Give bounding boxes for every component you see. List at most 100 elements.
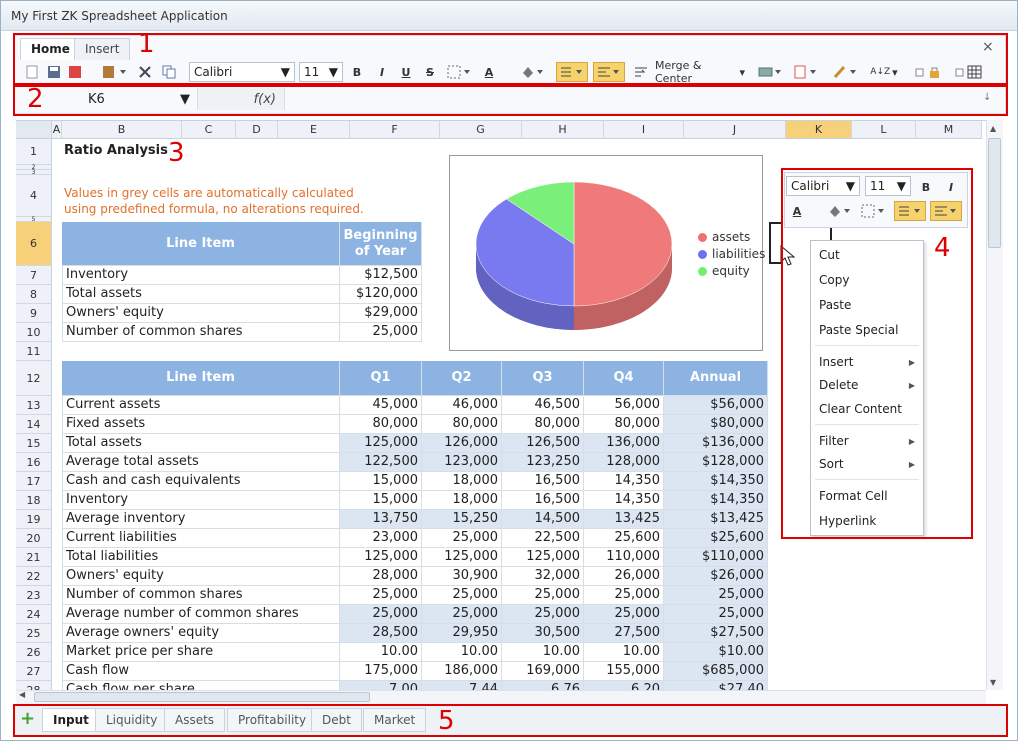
formula-input[interactable]: [286, 88, 976, 110]
row-header[interactable]: 23: [16, 586, 52, 605]
mini-horizontal-align-icon[interactable]: [930, 201, 962, 221]
table-cell[interactable]: $136,000: [664, 434, 768, 453]
table-cell[interactable]: $25,600: [664, 529, 768, 548]
table-cell[interactable]: $120,000: [340, 285, 422, 304]
table-cell[interactable]: 125,000: [340, 548, 422, 567]
table-cell[interactable]: Average total assets: [62, 453, 340, 472]
mini-fill-color-icon[interactable]: [826, 202, 854, 220]
table-cell[interactable]: 25,000: [584, 605, 664, 624]
table-cell[interactable]: 28,500: [340, 624, 422, 643]
row-header[interactable]: 8: [16, 285, 52, 304]
column-header[interactable]: M: [916, 121, 982, 139]
sheet-tab-assets[interactable]: Assets: [164, 708, 226, 732]
insert-row-icon[interactable]: [757, 63, 785, 81]
mini-italic-button[interactable]: I: [943, 178, 959, 196]
table-cell[interactable]: $10.00: [664, 643, 768, 662]
sort-filter-button[interactable]: A↓Z ▾: [866, 63, 902, 81]
table-cell[interactable]: 28,000: [340, 567, 422, 586]
table-cell[interactable]: $13,425: [664, 510, 768, 529]
table-cell[interactable]: 186,000: [422, 662, 502, 681]
table-cell[interactable]: 136,000: [584, 434, 664, 453]
table-cell[interactable]: Total assets: [62, 434, 340, 453]
table-cell[interactable]: 128,000: [584, 453, 664, 472]
protect-sheet-icon[interactable]: [914, 63, 944, 81]
table-cell[interactable]: 25,000: [340, 323, 422, 342]
row-header[interactable]: 21: [16, 548, 52, 567]
table-cell[interactable]: Number of common shares: [62, 323, 340, 342]
table-cell[interactable]: 56,000: [584, 396, 664, 415]
mini-vertical-align-icon[interactable]: [894, 201, 926, 221]
table-cell[interactable]: $12,500: [340, 266, 422, 285]
sheet-tab-market[interactable]: Market: [363, 708, 427, 732]
row-header[interactable]: 1: [16, 139, 52, 165]
table-cell[interactable]: 46,000: [422, 396, 502, 415]
italic-button[interactable]: I: [374, 63, 390, 81]
clear-format-icon[interactable]: [832, 63, 860, 81]
sheet-tab-profitability[interactable]: Profitability: [227, 708, 318, 732]
column-header[interactable]: D: [236, 121, 278, 139]
tab-insert[interactable]: Insert: [74, 38, 131, 60]
menu-item-paste-special[interactable]: Paste Special: [811, 319, 923, 343]
mini-border-icon[interactable]: [860, 202, 888, 220]
row-header[interactable]: 24: [16, 605, 52, 624]
row-header[interactable]: 26: [16, 643, 52, 662]
table-cell[interactable]: Cash flow: [62, 662, 340, 681]
table-cell[interactable]: Cash flow per share: [62, 681, 340, 690]
table-cell[interactable]: 23,000: [340, 529, 422, 548]
menu-item-filter[interactable]: Filter ▶: [811, 430, 923, 454]
table-cell[interactable]: 29,950: [422, 624, 502, 643]
table-cell[interactable]: 30,900: [422, 567, 502, 586]
gridlines-icon[interactable]: [954, 63, 984, 81]
scroll-left-icon[interactable]: ◀: [19, 690, 25, 699]
table-cell[interactable]: Inventory: [62, 491, 340, 510]
strikethrough-button[interactable]: S: [422, 63, 438, 81]
table-cell[interactable]: 7.44: [422, 681, 502, 690]
table-cell[interactable]: $14,350: [664, 472, 768, 491]
table-cell[interactable]: 80,000: [502, 415, 584, 434]
table-cell[interactable]: 169,000: [502, 662, 584, 681]
table-cell[interactable]: Owners' equity: [62, 304, 340, 323]
row-header[interactable]: 27: [16, 662, 52, 681]
row-header[interactable]: 9: [16, 304, 52, 323]
table-cell[interactable]: 155,000: [584, 662, 664, 681]
horizontal-align-icon[interactable]: [593, 62, 625, 82]
table-cell[interactable]: Inventory: [62, 266, 340, 285]
row-header[interactable]: 20: [16, 529, 52, 548]
cell-reference-box[interactable]: K6 ▼: [60, 88, 190, 110]
menu-item-clear-content[interactable]: Clear Content: [811, 398, 923, 422]
menu-item-delete[interactable]: Delete ▶: [811, 374, 923, 398]
vertical-align-icon[interactable]: [556, 62, 588, 82]
table-cell[interactable]: 7.00: [340, 681, 422, 690]
table-cell[interactable]: 126,500: [502, 434, 584, 453]
table-cell[interactable]: $27.40: [664, 681, 768, 690]
row-header[interactable]: 4: [16, 175, 52, 217]
table-cell[interactable]: 15,000: [340, 491, 422, 510]
column-header[interactable]: C: [182, 121, 236, 139]
pie-chart[interactable]: assets liabilities equity: [449, 155, 765, 351]
table-cell[interactable]: 125,000: [502, 548, 584, 567]
column-header[interactable]: K: [786, 121, 852, 139]
table-cell[interactable]: $29,000: [340, 304, 422, 323]
copy-icon[interactable]: [160, 63, 178, 81]
column-header[interactable]: A: [52, 121, 62, 139]
row-header[interactable]: 13: [16, 396, 52, 415]
table-cell[interactable]: 6.76: [502, 681, 584, 690]
table-cell[interactable]: 22,500: [502, 529, 584, 548]
font-size-select[interactable]: 11 ▼: [299, 62, 343, 82]
table-cell[interactable]: 125,000: [422, 548, 502, 567]
table-cell[interactable]: $110,000: [664, 548, 768, 567]
table-cell[interactable]: 25,000: [664, 586, 768, 605]
table-cell[interactable]: 25,000: [340, 605, 422, 624]
table-cell[interactable]: Current assets: [62, 396, 340, 415]
expand-formula-icon[interactable]: ↓: [983, 92, 991, 103]
table-cell[interactable]: $27,500: [664, 624, 768, 643]
sheet-tab-debt[interactable]: Debt: [311, 708, 362, 732]
row-header[interactable]: 12: [16, 361, 52, 396]
table-cell[interactable]: Owners' equity: [62, 567, 340, 586]
font-color-button[interactable]: A: [481, 63, 497, 81]
table-cell[interactable]: Fixed assets: [62, 415, 340, 434]
table-cell[interactable]: 25,600: [584, 529, 664, 548]
row-header[interactable]: 19: [16, 510, 52, 529]
menu-item-sort[interactable]: Sort ▶: [811, 453, 923, 477]
table-cell[interactable]: 10.00: [502, 643, 584, 662]
